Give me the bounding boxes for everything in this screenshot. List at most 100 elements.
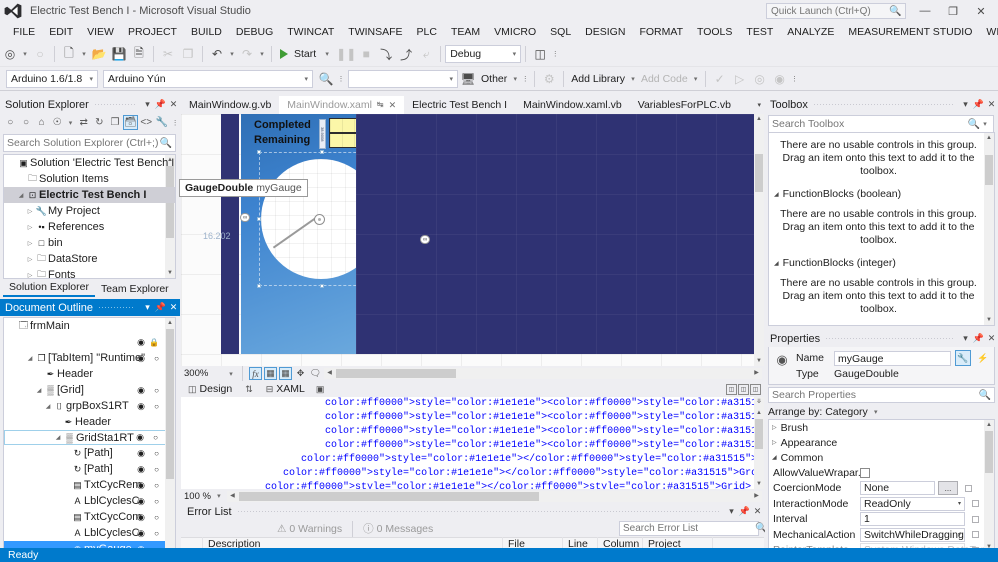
pin-icon[interactable]: 📌 [972,333,985,344]
document-tab-mainwindow-g-vb[interactable]: MainWindow.g.vb [181,96,279,114]
visibility-eye-icon[interactable]: ◉ [137,337,145,348]
lock-toggle-icon[interactable]: ○ [154,481,159,490]
tab-overflow-icon[interactable]: ▾ [757,101,761,109]
wrench-icon[interactable]: 🔧 [955,350,971,366]
property-row[interactable]: Interval 1 [769,512,994,528]
gear-icon[interactable]: ⚙ [539,69,559,89]
visibility-eye-icon[interactable]: ◉ [137,512,145,523]
xaml-vscrollbar[interactable]: ⤋ ▲ ▼ [754,397,764,489]
expander-icon[interactable]: ▷ [25,272,35,279]
chevron-down-icon[interactable]: ▾ [959,333,972,344]
pending-changes-icon[interactable]: ☉ [50,115,65,130]
menu-item-debug[interactable]: DEBUG [229,22,280,42]
xaml-code-line[interactable]: color:#ff0000">style="color:#1e1e1e"></c… [181,467,764,481]
start-debug-button[interactable]: Start ▾ [276,48,336,60]
expander-icon[interactable]: ▷ [772,439,777,446]
upload-icon[interactable]: ▷ [730,69,750,89]
expander-icon[interactable]: ▷ [25,256,35,263]
quick-launch[interactable]: 🔍 [766,3,906,19]
document-tab-variablesforplc-vb[interactable]: VariablesForPLC.vb [630,96,739,114]
solution-tree-row[interactable]: ▷ 🗀 Fonts [4,267,175,279]
object-name-input[interactable]: myGauge [834,350,951,366]
back-icon[interactable]: ○ [3,115,18,130]
collapse-pane-icon[interactable]: ◫ [750,383,761,395]
new-project-icon[interactable]: ◎ [0,44,20,64]
xaml-code-line[interactable]: color:#ff0000">style="color:#1e1e1e"><co… [181,411,764,425]
lock-icon[interactable]: 🔒 [149,338,159,347]
arrange-by-control[interactable]: Arrange by: Category ▾ [768,405,995,419]
chevron-down-icon[interactable]: ▾ [20,50,30,58]
outline-tree-row[interactable]: ↻ [Path] ◉ ○ [4,461,175,477]
serial-port-select[interactable]: ▾ [348,69,458,88]
chevron-down-icon[interactable]: ▾ [226,370,236,378]
scroll-up-arrow-icon[interactable]: ▲ [754,408,764,418]
add-item-icon[interactable]: 🗋 [59,44,79,64]
designer-vscrollbar[interactable]: ▲ ▼ [754,114,764,366]
design-view-tab[interactable]: ◫ Design [181,383,239,395]
lock-toggle-icon[interactable]: ○ [154,449,159,458]
scroll-down-arrow-icon[interactable]: ▼ [754,356,764,366]
properties-search[interactable]: 🔍 [768,387,995,403]
other-menu-label[interactable]: Other [478,73,510,85]
scroll-up-arrow-icon[interactable]: ▲ [984,133,994,143]
outline-tree-row[interactable]: ◉ 🔒 [4,334,175,350]
menu-item-view[interactable]: VIEW [80,22,121,42]
outline-tree-row[interactable]: ▤ TxtCycRem ◉ ○ [4,477,175,493]
chevron-down-icon[interactable]: ▾ [214,492,224,500]
overflow-icon[interactable]: ⋮ [520,75,530,83]
expander-icon[interactable]: ◢ [53,434,63,441]
lock-toggle-icon[interactable]: ○ [154,465,159,474]
property-advanced-marker[interactable] [965,484,972,492]
home-icon[interactable]: ⌂ [34,115,49,130]
outline-tree-row[interactable]: ◢ ⌷ grpBoxS1RT ◉ ○ [4,398,175,414]
close-icon[interactable]: ✕ [167,99,180,110]
scroll-up-arrow-icon[interactable]: ▲ [754,114,764,124]
property-checkbox[interactable] [860,467,870,478]
document-tab-mainwindow-xaml-vb[interactable]: MainWindow.xaml.vb [515,96,630,114]
chevron-down-icon[interactable]: ▾ [980,120,990,128]
menu-item-vmicro[interactable]: VMICRO [487,22,543,42]
designer-hscrollbar[interactable]: ◀ ▶ [324,368,762,379]
overflow-icon[interactable]: ⋮ [550,50,560,58]
close-icon[interactable]: ✕ [985,333,998,344]
document-outline-tree[interactable]: 🗔 frmMain ◉ 🔒 ◢ ❐ [TabItem] "Runtime" ◉ ○ ✒ Header… [3,317,176,562]
solution-explorer-search[interactable]: 🔍 [3,134,176,152]
property-value-field[interactable]: SwitchWhileDragging ▾ [860,527,965,542]
design-form-area[interactable]: Completed Remaining 38.9008 0 0 [240,114,407,354]
menu-item-window[interactable]: WINDOW [979,22,998,42]
scroll-up-arrow-icon[interactable]: ▲ [165,318,175,328]
pin-icon[interactable]: 📌 [738,506,751,517]
solution-tree-row[interactable]: ◢ ⊡ Electric Test Bench I [4,187,175,203]
toolbox-list[interactable]: There are no usable controls in this gro… [768,132,995,326]
step-into-icon[interactable]: ⤵ [376,44,396,64]
expander-icon[interactable]: ◢ [774,260,779,267]
outline-tree-row[interactable]: ✒ Header [4,414,175,430]
show-all-files-icon[interactable]: 🗃 [123,115,138,130]
outline-tree-row[interactable]: ◢ ▒ GridSta1RT ◉ ○ [4,430,175,445]
save-icon[interactable]: 💾 [109,44,129,64]
step-over-icon[interactable]: ⤴ [396,44,416,64]
menu-item-build[interactable]: BUILD [184,22,229,42]
solution-tree-row[interactable]: 🗀 Solution Items [4,171,175,187]
property-category-brush[interactable]: ▷ Brush [769,420,994,435]
outline-tree-row[interactable]: A LblCyclesC ◉ ○ [4,493,175,509]
lock-toggle-icon[interactable]: ○ [154,402,159,411]
visibility-eye-icon[interactable]: ◉ [137,448,145,459]
expander-icon[interactable]: ▷ [25,224,35,231]
scroll-right-arrow-icon[interactable]: ▶ [751,491,762,502]
expander-icon[interactable]: ◢ [16,192,26,199]
solution-tree-row[interactable]: ▷ □ bin [4,235,175,251]
chevron-down-icon[interactable]: ▾ [141,302,154,313]
board-model-select[interactable]: Arduino Yún ▾ [103,69,313,88]
close-icon[interactable]: ✕ [389,96,397,114]
property-advanced-marker[interactable] [972,531,979,539]
refresh-icon[interactable]: ↻ [92,115,107,130]
expander-icon[interactable]: ◢ [34,387,44,394]
outline-tree-row[interactable]: ↻ [Path] ◉ ○ [4,445,175,461]
left-margin-grip-icon[interactable]: ∞ [240,213,251,222]
close-icon[interactable]: ✕ [751,506,764,517]
tag-icon[interactable]: 🗨 [309,367,322,380]
xaml-code-line[interactable]: color:#ff0000">style="color:#1e1e1e"><co… [181,397,764,411]
resize-handle-n[interactable] [320,150,324,154]
visibility-eye-icon[interactable]: ◉ [137,385,145,396]
